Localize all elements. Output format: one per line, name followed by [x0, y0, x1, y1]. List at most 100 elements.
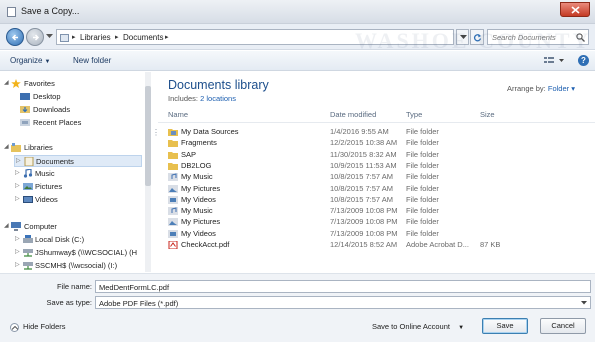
save-type-value: Adobe PDF Files (*.pdf) — [99, 299, 179, 308]
file-date-modified: 1/4/2016 9:55 AM — [330, 127, 389, 136]
views-icon — [544, 57, 564, 63]
file-row[interactable]: My Pictures 10/8/2015 7:57 AM File folder — [158, 184, 595, 195]
window-title: Save a Copy... — [21, 6, 80, 16]
expand-arrow-icon[interactable]: ▷ — [15, 169, 20, 176]
expand-arrow-icon[interactable]: ▷ — [15, 261, 20, 268]
dialog-footer: Hide Folders Save to Online Account ▼ Sa… — [0, 311, 595, 342]
file-row[interactable]: My Music 10/8/2015 7:57 AM File folder — [158, 172, 595, 183]
nav-item-network-drive-h[interactable]: ▷ JShumway$ (\\WCSOCIAL) (H — [0, 247, 150, 259]
save-type-select[interactable]: Adobe PDF Files (*.pdf) — [95, 296, 591, 309]
file-type: File folder — [406, 183, 439, 193]
file-name: CheckAcct.pdf — [181, 240, 230, 249]
file-row[interactable]: My Music 7/13/2009 10:08 PM File folder — [158, 206, 595, 217]
breadcrumb-documents[interactable]: Documents — [123, 33, 163, 42]
new-folder-button[interactable]: New folder — [73, 56, 111, 65]
expand-arrow-icon[interactable]: ▷ — [15, 248, 20, 255]
chevron-down-icon: ▼ — [44, 59, 51, 65]
file-size: 87 KB — [480, 240, 501, 249]
file-name: My Videos — [181, 194, 216, 204]
column-header-size[interactable]: Size — [480, 110, 495, 119]
file-row[interactable]: My Pictures 7/13/2009 10:08 PM File folder — [158, 217, 595, 228]
file-date-modified: 10/8/2015 7:57 AM — [330, 194, 393, 204]
nav-libraries-label: Libraries — [24, 143, 53, 152]
star-icon — [11, 79, 21, 88]
file-type: File folder — [406, 217, 439, 227]
save-button[interactable]: Save — [482, 318, 528, 334]
expand-arrow-icon[interactable]: ▷ — [15, 195, 20, 202]
file-name-input[interactable] — [99, 282, 579, 292]
change-view-button[interactable] — [543, 55, 567, 67]
nav-item-documents[interactable]: ▷ Documents — [14, 155, 142, 167]
breadcrumb-libraries[interactable]: Libraries — [80, 33, 111, 42]
nav-item-label: Videos — [35, 195, 58, 204]
nav-item-recent-places[interactable]: Recent Places — [0, 117, 150, 129]
file-list-pane: Documents library Includes: 2 locations … — [158, 72, 595, 272]
expand-arrow-icon[interactable]: ▷ — [16, 157, 21, 164]
back-button[interactable] — [6, 28, 24, 46]
nav-item-videos[interactable]: ▷ Videos — [0, 194, 150, 206]
expand-arrow-icon[interactable]: ◢ — [4, 79, 9, 86]
nav-item-network-drive-i[interactable]: ▷ SSCMH$ (\\wcsocial) (I:) — [0, 260, 150, 272]
save-online-account-dropdown[interactable]: Save to Online Account ▼ — [372, 322, 464, 331]
file-name-box[interactable] — [95, 280, 591, 293]
library-icon — [60, 34, 69, 42]
file-date-modified: 10/8/2015 7:57 AM — [330, 172, 393, 182]
videos-folder-icon — [168, 229, 178, 238]
nav-item-pictures[interactable]: ▷ Pictures — [0, 181, 150, 193]
file-type: File folder — [406, 149, 439, 159]
title-bar: Save a Copy... — [0, 0, 595, 24]
file-type: File folder — [406, 172, 439, 182]
network-drive-icon — [23, 249, 33, 257]
recent-pages-dropdown-icon[interactable] — [46, 34, 53, 39]
nav-item-local-disk[interactable]: ▷ Local Disk (C:) — [0, 234, 150, 246]
music-folder-icon — [168, 207, 178, 216]
nav-computer[interactable]: ◢ Computer — [0, 221, 150, 233]
file-row[interactable]: My Data Sources 1/4/2016 9:55 AM File fold… — [158, 127, 595, 138]
arrange-by-dropdown[interactable]: Folder ▾ — [548, 84, 575, 93]
scrollbar-thumb[interactable] — [145, 86, 151, 186]
file-date-modified: 7/13/2009 10:08 PM — [330, 206, 398, 216]
nav-scrollbar[interactable] — [145, 72, 151, 272]
file-name: My Pictures — [181, 183, 221, 193]
file-name-label: File name: — [56, 282, 92, 291]
column-header-type[interactable]: Type — [406, 110, 422, 119]
nav-libraries[interactable]: ◢ Libraries — [0, 142, 150, 154]
close-button[interactable] — [560, 2, 590, 17]
arrange-by-value: Folder — [547, 84, 570, 93]
expand-arrow-icon[interactable]: ◢ — [4, 222, 9, 229]
hide-folders-toggle[interactable]: Hide Folders — [10, 322, 66, 332]
cancel-button[interactable]: Cancel — [540, 318, 586, 334]
file-row[interactable]: CheckAcct.pdf 12/14/2015 8:52 AM Adobe Acr… — [158, 240, 595, 251]
file-row[interactable]: Fragments 12/2/2015 10:38 AM File folder — [158, 138, 595, 149]
file-date-modified: 12/14/2015 8:52 AM — [330, 240, 398, 249]
nav-item-downloads[interactable]: Downloads — [0, 104, 150, 116]
file-row[interactable]: SAP 11/30/2015 8:32 AM File folder — [158, 150, 595, 161]
hide-folders-label: Hide Folders — [23, 322, 66, 331]
pdf-icon — [168, 241, 178, 249]
library-icon — [11, 143, 21, 152]
expand-arrow-icon[interactable]: ▷ — [15, 235, 20, 242]
file-row[interactable]: My Videos 10/8/2015 7:57 AM File folder — [158, 195, 595, 206]
file-name: Fragments — [181, 138, 217, 148]
pictures-folder-icon — [168, 184, 178, 193]
forward-button[interactable] — [26, 28, 44, 46]
locations-link[interactable]: 2 locations — [200, 94, 236, 103]
file-row[interactable]: My Videos 7/13/2009 10:08 PM File folder — [158, 229, 595, 240]
column-header-name[interactable]: Name — [168, 110, 188, 119]
pictures-icon — [23, 183, 33, 190]
nav-item-music[interactable]: ▷ Music — [0, 168, 150, 180]
help-button[interactable]: ? — [578, 55, 589, 66]
header-divider — [158, 122, 595, 123]
expand-arrow-icon[interactable]: ▷ — [15, 182, 20, 189]
file-name: My Pictures — [181, 217, 221, 227]
organize-menu[interactable]: Organize ▼ — [10, 56, 50, 65]
file-row[interactable]: DB2LOG 10/9/2015 11:53 AM File folder — [158, 161, 595, 172]
nav-item-desktop[interactable]: Desktop — [0, 91, 150, 103]
file-type: Adobe Acrobat D... — [406, 240, 469, 249]
desktop-icon — [20, 93, 30, 100]
folder-datasource-icon — [168, 129, 178, 136]
expand-arrow-icon[interactable]: ◢ — [4, 143, 9, 150]
music-folder-icon — [168, 173, 178, 182]
column-header-date[interactable]: Date modified — [330, 110, 376, 119]
nav-favorites[interactable]: ◢ Favorites — [0, 78, 150, 90]
